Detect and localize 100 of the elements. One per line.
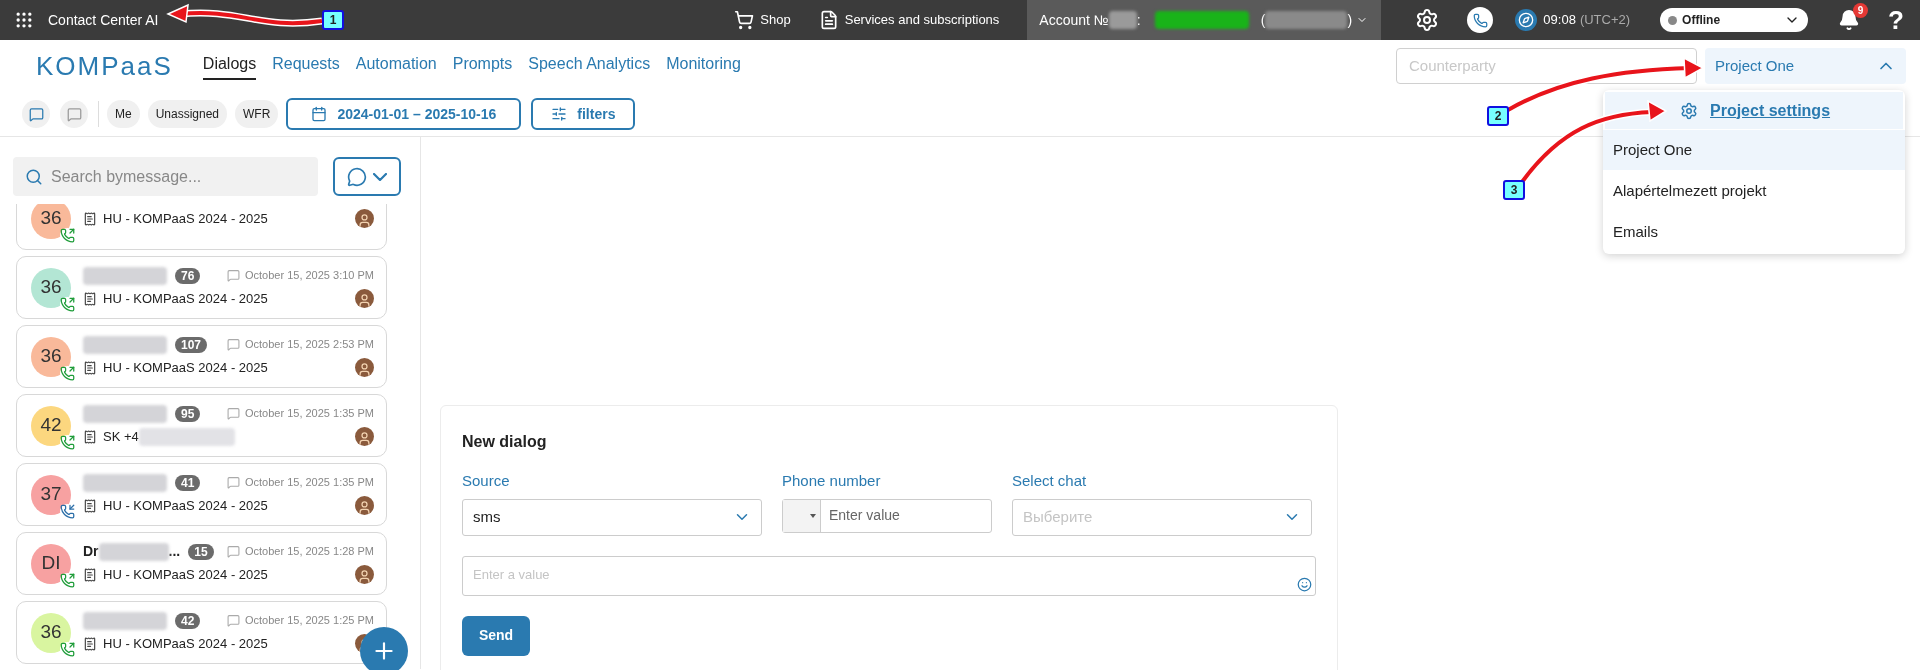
account-selector[interactable]: Account № : ( ) xyxy=(1027,0,1382,40)
chevron-down-icon xyxy=(373,172,387,181)
status-select[interactable]: Offline xyxy=(1660,8,1809,32)
agent-avatar xyxy=(355,496,374,515)
timezone: (UTC+2) xyxy=(1579,11,1631,30)
document-icon xyxy=(83,429,97,444)
filters-button[interactable]: filters xyxy=(531,98,636,130)
chat-filter-icon[interactable] xyxy=(60,100,88,128)
dialog-card[interactable]: 37 41 October 15, 2025 1:35 PM HU - KOMPaaS 2024 - 2025 xyxy=(16,463,387,526)
emoji-icon[interactable] xyxy=(1297,576,1312,592)
document-icon xyxy=(83,360,97,375)
message-input[interactable]: Enter a value xyxy=(473,564,1305,584)
date-range-button[interactable]: 2024-01-01 – 2025-10-16 xyxy=(286,98,522,130)
contact-name: Dr xyxy=(83,542,99,561)
search-icon xyxy=(25,167,43,186)
message-count-badge: 107 xyxy=(175,336,208,353)
message-count-badge: 15 xyxy=(188,543,214,560)
shop-link[interactable]: Shop xyxy=(734,10,791,30)
nav-tab[interactable]: Prompts xyxy=(452,52,513,80)
name-ellipsis: ... xyxy=(168,542,181,561)
dialog-date: October 15, 2025 1:35 PM xyxy=(244,475,374,491)
nav-tab[interactable]: Dialogs xyxy=(202,52,257,80)
logo: KOMPaaS xyxy=(36,49,173,83)
phone-field[interactable]: Enter value xyxy=(782,498,992,533)
source-select[interactable]: sms xyxy=(462,498,762,536)
dialog-card[interactable]: 36 42 October 15, 2025 1:25 PM HU - KOMPaaS 2024 - 2025 xyxy=(16,601,387,664)
search-field[interactable]: Search bymessage... xyxy=(13,157,318,196)
help-button[interactable]: ? xyxy=(1888,0,1904,40)
services-link[interactable]: Services and subscriptions xyxy=(818,10,1000,30)
send-button[interactable]: Send xyxy=(462,615,530,656)
dialog-subtitle: HU - KOMPaaS 2024 - 2025 xyxy=(103,358,268,377)
document-icon xyxy=(83,567,97,582)
document-icon xyxy=(83,291,97,306)
dialog-date: October 15, 2025 1:35 PM xyxy=(244,406,374,422)
dialog-date: October 15, 2025 1:28 PM xyxy=(244,544,374,560)
chat-filter-icon[interactable] xyxy=(22,100,50,128)
field-label: Source xyxy=(462,471,511,491)
new-dialog-button[interactable] xyxy=(360,627,408,670)
agent-avatar xyxy=(355,427,374,446)
message-count-badge: 95 xyxy=(175,405,201,422)
project-option[interactable]: Emails xyxy=(1603,212,1905,252)
filter-chip[interactable]: Unassigned xyxy=(147,100,228,128)
dialog-date: October 15, 2025 3:10 PM xyxy=(244,268,374,284)
message-icon xyxy=(226,545,240,558)
document-icon xyxy=(83,636,97,651)
message-icon xyxy=(226,476,240,489)
dialog-card[interactable]: 36 HU - KOMPaaS 2024 - 2025 xyxy=(16,204,387,250)
project-option[interactable]: Project One xyxy=(1603,130,1905,170)
calendar-icon xyxy=(311,106,328,122)
dialog-card[interactable]: 36 76 October 15, 2025 3:10 PM HU - KOMPaaS 2024 - 2025 xyxy=(16,256,387,319)
agent-avatar xyxy=(355,565,374,584)
cart-icon xyxy=(734,10,755,30)
agent-avatar xyxy=(355,209,374,228)
message-icon xyxy=(226,407,240,420)
phone-number-input[interactable]: Enter value xyxy=(821,499,991,532)
dialog-subtitle: SK +4 xyxy=(103,427,139,446)
redaction-blur xyxy=(1108,11,1137,29)
dialog-card[interactable]: DI Dr ... 15 October 15, 2025 1:28 PM HU - KOMPaaS 2024 - 2025 xyxy=(16,532,387,595)
field-label: Select chat xyxy=(1012,471,1088,491)
field-label: Phone number xyxy=(782,471,882,491)
clock-time: 09:08 xyxy=(1543,11,1576,30)
redaction-blur xyxy=(98,542,169,561)
nav-tab[interactable]: Monitoring xyxy=(666,52,741,80)
filter-chip[interactable]: Me xyxy=(107,100,140,128)
card-title: New dialog xyxy=(462,432,548,452)
message-icon xyxy=(226,338,240,351)
message-icon xyxy=(226,614,240,627)
dialog-card[interactable]: 42 95 October 15, 2025 1:35 PM SK +4 xyxy=(16,394,387,457)
channel-filter-button[interactable] xyxy=(333,157,401,196)
callout-number: 2 xyxy=(1487,106,1509,126)
settings-icon[interactable] xyxy=(1415,8,1440,32)
callout-number: 1 xyxy=(322,10,344,30)
notification-count: 9 xyxy=(1853,3,1869,18)
filter-chip[interactable]: WFR xyxy=(235,100,279,128)
agent-avatar xyxy=(355,289,374,308)
search-input[interactable]: Search bymessage... xyxy=(51,164,306,189)
callout-number: 3 xyxy=(1503,180,1525,200)
chat-bubble-icon xyxy=(347,166,367,187)
sliders-icon xyxy=(551,106,568,122)
document-icon xyxy=(83,211,97,226)
dialog-date: October 15, 2025 2:53 PM xyxy=(244,337,374,353)
nav-tab[interactable]: Automation xyxy=(355,52,437,80)
settings-icon xyxy=(1680,101,1698,120)
message-icon xyxy=(226,269,240,282)
document-icon xyxy=(83,498,97,513)
compass-icon[interactable] xyxy=(1515,9,1538,31)
message-field[interactable]: Enter a value xyxy=(462,555,1316,596)
app-title: Contact Center AI xyxy=(48,10,159,30)
dialog-card[interactable]: 36 107 October 15, 2025 2:53 PM HU - KOMPaaS 2024 - 2025 xyxy=(16,325,387,388)
message-count-badge: 76 xyxy=(175,267,201,284)
project-option[interactable]: Alapértelmezett projekt xyxy=(1603,171,1905,211)
project-select[interactable]: Project One xyxy=(1705,48,1906,84)
project-settings-link[interactable]: Project settings xyxy=(1605,92,1903,129)
dialog-subtitle: HU - KOMPaaS 2024 - 2025 xyxy=(103,209,268,228)
message-count-badge: 42 xyxy=(175,612,201,629)
phone-icon[interactable] xyxy=(1467,7,1494,33)
dialog-subtitle: HU - KOMPaaS 2024 - 2025 xyxy=(103,634,268,653)
nav-tab[interactable]: Speech Analytics xyxy=(528,52,651,80)
nav-tab[interactable]: Requests xyxy=(272,52,340,80)
dialog-subtitle: HU - KOMPaaS 2024 - 2025 xyxy=(103,289,268,308)
